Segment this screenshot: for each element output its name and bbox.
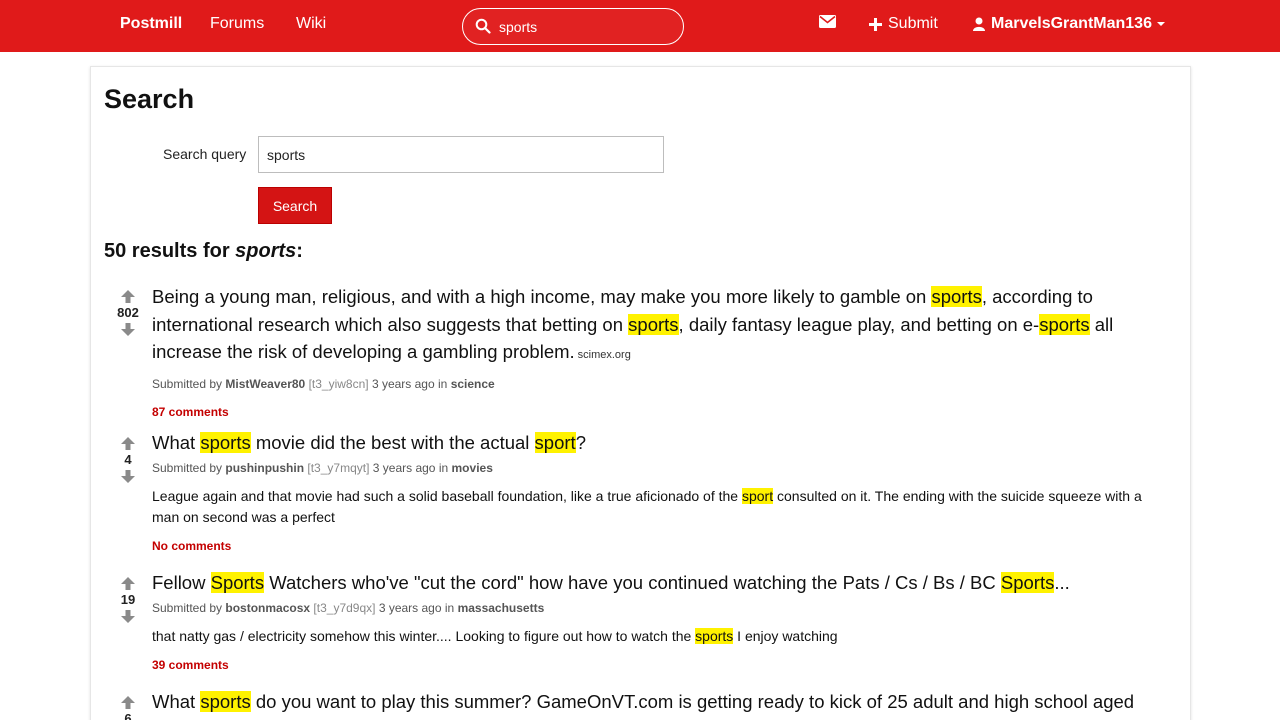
vote-box: 802 — [104, 290, 152, 336]
post-body: Fellow Sports Watchers who've "cut the c… — [152, 569, 1170, 673]
search-term-highlight: sports — [931, 286, 982, 307]
top-navbar: Postmill Forums Wiki Submit MarvelsGrant… — [0, 0, 1280, 52]
submitted-by-text: Submitted by — [152, 460, 223, 475]
downvote-arrow-icon[interactable] — [121, 470, 135, 483]
header-search-box[interactable] — [462, 8, 684, 45]
envelope-icon — [819, 15, 836, 28]
post-time: 3 years ago — [372, 460, 436, 475]
text-segment: , daily fantasy league play, and betting… — [678, 313, 1040, 335]
text-segment: Being a young man, religious, and with a… — [152, 286, 932, 307]
text-segment: League again and that movie had such a s… — [152, 487, 742, 504]
results-heading: 50 results for sports: — [104, 240, 303, 263]
username: MarvelsGrantMan136 — [991, 15, 1152, 32]
search-term-highlight: sports — [1039, 313, 1090, 335]
post-meta: Submitted by MistWeaver80 [t3_yiw8cn] 3 … — [152, 376, 1170, 392]
wiki-link[interactable]: Wiki — [296, 15, 326, 33]
search-term-highlight: sports — [200, 691, 251, 712]
search-term-highlight: sports — [628, 313, 679, 335]
results-suffix: : — [296, 240, 303, 262]
post-score: 6 — [124, 711, 132, 720]
text-segment: What — [152, 691, 201, 712]
post-meta: Submitted by pushinpushin [t3_y7mqyt] 3 … — [152, 460, 1170, 476]
post-forum[interactable]: science — [451, 377, 495, 391]
user-menu[interactable]: MarvelsGrantMan136 — [973, 15, 1166, 33]
post-author[interactable]: MistWeaver80 — [225, 377, 305, 391]
post-time: 3 years ago — [371, 376, 435, 391]
post-author[interactable]: pushinpushin — [225, 461, 304, 475]
text-segment: I enjoy watching — [733, 627, 838, 644]
post-title[interactable]: Being a young man, religious, and with a… — [152, 283, 1170, 370]
upvote-arrow-icon[interactable] — [121, 437, 135, 450]
text-segment: ? — [575, 432, 586, 453]
user-icon — [973, 17, 985, 31]
post-title[interactable]: What sports movie did the best with the … — [152, 429, 1170, 457]
comments-link[interactable]: 39 comments — [152, 657, 1170, 673]
text-segment: ... — [1054, 572, 1070, 593]
post-id: [t3_y7d9qx] — [313, 600, 376, 615]
post-body: What sports movie did the best with the … — [152, 429, 1170, 554]
in-text: in — [444, 600, 455, 615]
caret-down-icon — [1156, 22, 1165, 26]
submitted-by-text: Submitted by — [152, 376, 223, 391]
post-title[interactable]: What sports do you want to play this sum… — [152, 688, 1170, 716]
submit-link[interactable]: Submit — [869, 15, 938, 33]
vote-box: 4 — [104, 437, 152, 483]
post-body: Being a young man, religious, and with a… — [152, 283, 1170, 420]
post-id: [t3_y7mqyt] — [307, 460, 370, 475]
page-title: Search — [104, 84, 195, 114]
brand-link[interactable]: Postmill — [120, 15, 182, 33]
search-term-highlight: Sports — [1000, 572, 1055, 593]
upvote-arrow-icon[interactable] — [121, 696, 135, 709]
search-term-highlight: sport — [534, 432, 576, 453]
upvote-arrow-icon[interactable] — [121, 290, 135, 303]
post-forum[interactable]: movies — [452, 461, 493, 475]
comments-link[interactable]: No comments — [152, 538, 1170, 554]
vote-box: 6 — [104, 696, 152, 720]
plus-icon — [869, 17, 882, 31]
post-excerpt: League again and that movie had such a s… — [152, 486, 1170, 528]
search-icon — [475, 18, 491, 34]
results-term: sports — [235, 240, 297, 262]
results-prefix: 50 results for — [104, 240, 236, 262]
search-query-input[interactable] — [258, 136, 664, 173]
post-meta: Submitted by bostonmacosx [t3_y7d9qx] 3 … — [152, 600, 1170, 616]
post-score: 4 — [124, 452, 132, 467]
downvote-arrow-icon[interactable] — [121, 610, 135, 623]
submit-label: Submit — [888, 15, 938, 32]
post-title[interactable]: Fellow Sports Watchers who've "cut the c… — [152, 569, 1170, 597]
post-excerpt: that natty gas / electricity somehow thi… — [152, 626, 1170, 647]
text-segment: Watchers who've "cut the cord" how have … — [264, 572, 1001, 593]
post-id: [t3_yiw8cn] — [308, 376, 369, 391]
search-query-label: Search query — [163, 146, 247, 162]
messages-link[interactable] — [819, 15, 842, 28]
text-segment: that natty gas / electricity somehow thi… — [152, 627, 696, 644]
post-author[interactable]: bostonmacosx — [225, 601, 310, 615]
post-body: What sports do you want to play this sum… — [152, 688, 1170, 716]
post-forum[interactable]: massachusetts — [458, 601, 545, 615]
comments-link[interactable]: 87 comments — [152, 404, 1170, 420]
in-text: in — [438, 460, 449, 475]
search-term-highlight: Sports — [210, 572, 265, 593]
search-term-highlight: sport — [741, 487, 774, 504]
search-term-highlight: sports — [695, 627, 734, 644]
post-domain[interactable]: scimex.org — [578, 349, 631, 361]
forums-link[interactable]: Forums — [210, 15, 264, 33]
text-segment: What — [152, 432, 201, 453]
submitted-by-text: Submitted by — [152, 600, 223, 615]
text-segment: movie did the best with the actual — [250, 432, 535, 453]
in-text: in — [438, 376, 448, 391]
upvote-arrow-icon[interactable] — [121, 577, 135, 590]
post-score: 802 — [117, 305, 139, 320]
post-time: 3 years ago — [378, 600, 442, 615]
search-term-highlight: sports — [200, 432, 251, 453]
post-score: 19 — [120, 592, 136, 607]
search-button[interactable]: Search — [258, 187, 332, 224]
vote-box: 19 — [104, 577, 152, 623]
header-search-input[interactable] — [499, 17, 669, 37]
downvote-arrow-icon[interactable] — [121, 323, 135, 336]
text-segment: Fellow — [152, 572, 211, 593]
text-segment: do you want to play this summer? GameOnV… — [250, 691, 1135, 712]
